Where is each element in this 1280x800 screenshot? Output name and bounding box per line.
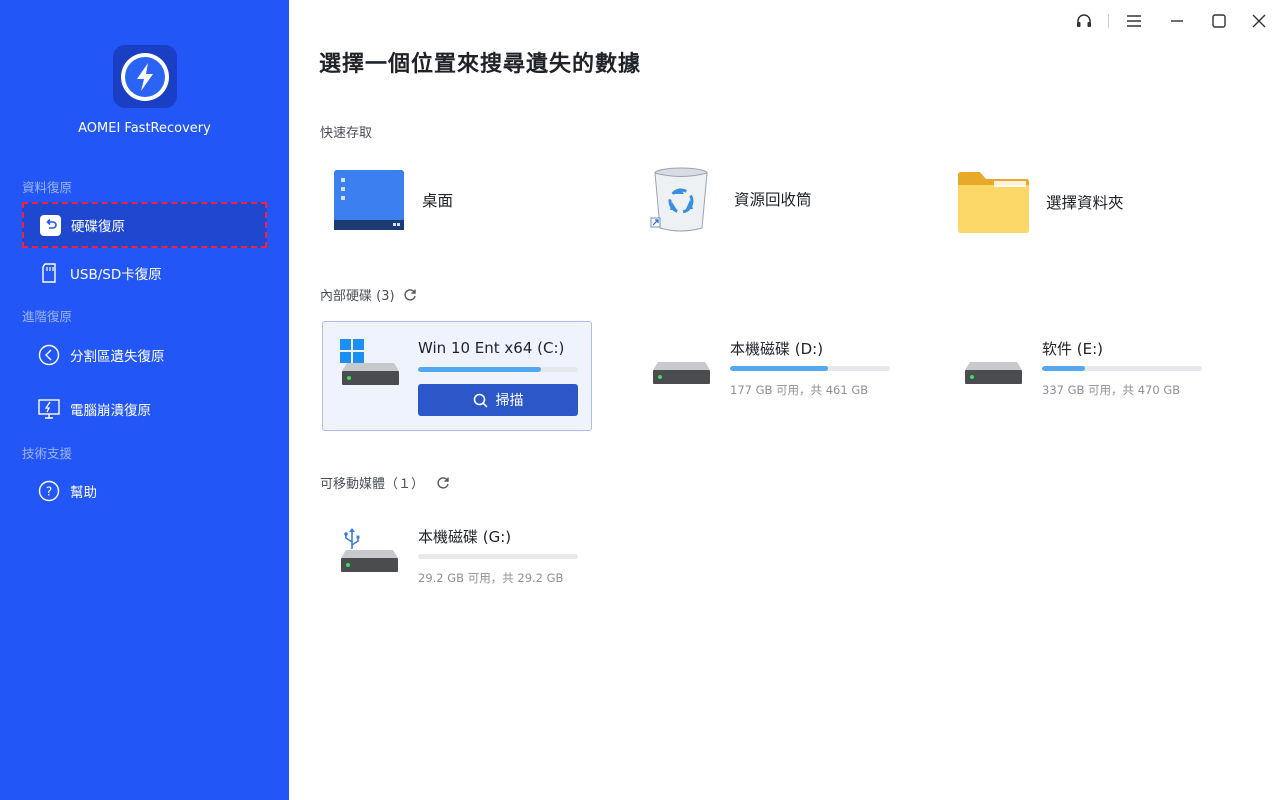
sidebar-item-partition[interactable]: 分割區遺失復原 <box>22 332 267 378</box>
disk-restore-icon <box>40 214 61 236</box>
quick-item-choose-folder[interactable]: 選擇資料夾 <box>958 171 1124 233</box>
drive-name: Win 10 Ent x64 (C:) <box>418 339 565 357</box>
sidebar-item-label: 分割區遺失復原 <box>70 349 165 365</box>
menu-icon[interactable] <box>1123 10 1145 32</box>
refresh-icon[interactable] <box>436 476 450 490</box>
sidebar-item-label: 電腦崩潰復原 <box>70 403 151 419</box>
hard-drive-icon <box>342 363 399 389</box>
quick-access-heading: 快速存取 <box>320 122 372 141</box>
app-name: AOMEI FastRecovery <box>78 121 211 136</box>
quick-item-label: 資源回收筒 <box>734 191 812 209</box>
drive-card-d[interactable]: 本機磁碟 (D:) 177 GB 可用，共 461 GB <box>634 321 904 431</box>
window-controls-divider <box>1108 14 1109 28</box>
folder-icon <box>958 171 1030 233</box>
drive-usage-bar <box>418 554 578 559</box>
drive-card-e[interactable]: 软件 (E:) 337 GB 可用，共 470 GB <box>946 321 1216 431</box>
removable-media-heading: 可移動媒體（１） <box>320 473 450 492</box>
drive-usage-bar <box>418 367 578 372</box>
drive-name: 本機磁碟 (D:) <box>730 340 824 358</box>
drive-card-g[interactable]: 本機磁碟 (G:) 29.2 GB 可用，共 29.2 GB <box>322 509 592 619</box>
quick-item-label: 桌面 <box>422 192 454 210</box>
sd-card-icon <box>38 262 60 284</box>
sidebar-item-usb-sd[interactable]: USB/SD卡復原 <box>22 250 267 296</box>
monitor-crash-icon <box>38 398 60 420</box>
desktop-icon <box>334 170 404 230</box>
drive-card-c[interactable]: Win 10 Ent x64 (C:) 掃描 <box>322 321 592 431</box>
search-icon <box>473 393 488 408</box>
sidebar-item-label: USB/SD卡復原 <box>70 267 162 283</box>
hard-drive-icon <box>653 362 710 388</box>
quick-access-label: 快速存取 <box>320 126 373 141</box>
sidebar: AOMEI FastRecovery 資料復原 硬碟復原 USB/SD卡復原 進… <box>0 0 289 800</box>
section-label-support: 技術支援 <box>22 446 73 461</box>
page-title: 選擇一個位置來搜尋遺失的數據 <box>319 52 642 77</box>
sidebar-item-disk-recovery[interactable]: 硬碟復原 <box>22 202 267 248</box>
drive-name: 软件 (E:) <box>1042 340 1104 358</box>
hard-drive-icon <box>965 362 1022 388</box>
drive-usage-fill <box>730 366 828 371</box>
removable-media-label: 可移動媒體（１） <box>320 477 425 492</box>
drive-usage-fill <box>1042 366 1086 371</box>
drive-capacity: 29.2 GB 可用，共 29.2 GB <box>418 571 564 585</box>
drive-usage-bar <box>730 366 890 371</box>
partition-icon <box>38 344 60 366</box>
quick-item-recycle-bin[interactable]: 資源回收筒 <box>650 166 812 232</box>
internal-disks-heading: 內部硬碟 (3) <box>320 285 417 304</box>
drive-capacity: 177 GB 可用，共 461 GB <box>730 383 869 397</box>
scan-button[interactable]: 掃描 <box>418 384 578 416</box>
svg-text:?: ? <box>46 485 52 499</box>
recycle-bin-icon <box>650 166 714 232</box>
minimize-icon[interactable] <box>1166 10 1188 32</box>
sidebar-item-label: 硬碟復原 <box>71 219 125 235</box>
section-label-advanced: 進階復原 <box>22 309 73 324</box>
sidebar-item-crash[interactable]: 電腦崩潰復原 <box>22 386 267 432</box>
drive-usage-bar <box>1042 366 1202 371</box>
headset-icon[interactable] <box>1073 10 1095 32</box>
sidebar-item-help[interactable]: ? 幫助 <box>22 468 267 514</box>
drive-usage-fill <box>418 367 542 372</box>
section-label-data-recovery: 資料復原 <box>22 180 73 195</box>
app-logo-icon <box>113 45 177 108</box>
hard-drive-icon <box>341 550 398 576</box>
refresh-icon[interactable] <box>403 288 417 302</box>
quick-item-desktop[interactable]: 桌面 <box>334 170 453 230</box>
internal-disks-label: 內部硬碟 (3) <box>320 289 395 304</box>
drive-capacity: 337 GB 可用，共 470 GB <box>1042 383 1181 397</box>
scan-button-label: 掃描 <box>495 393 524 409</box>
maximize-icon[interactable] <box>1208 10 1230 32</box>
sidebar-item-label: 幫助 <box>70 485 97 501</box>
help-icon: ? <box>38 480 60 502</box>
close-icon[interactable] <box>1248 10 1270 32</box>
drive-name: 本機磁碟 (G:) <box>418 528 512 546</box>
quick-item-label: 選擇資料夾 <box>1046 194 1124 212</box>
